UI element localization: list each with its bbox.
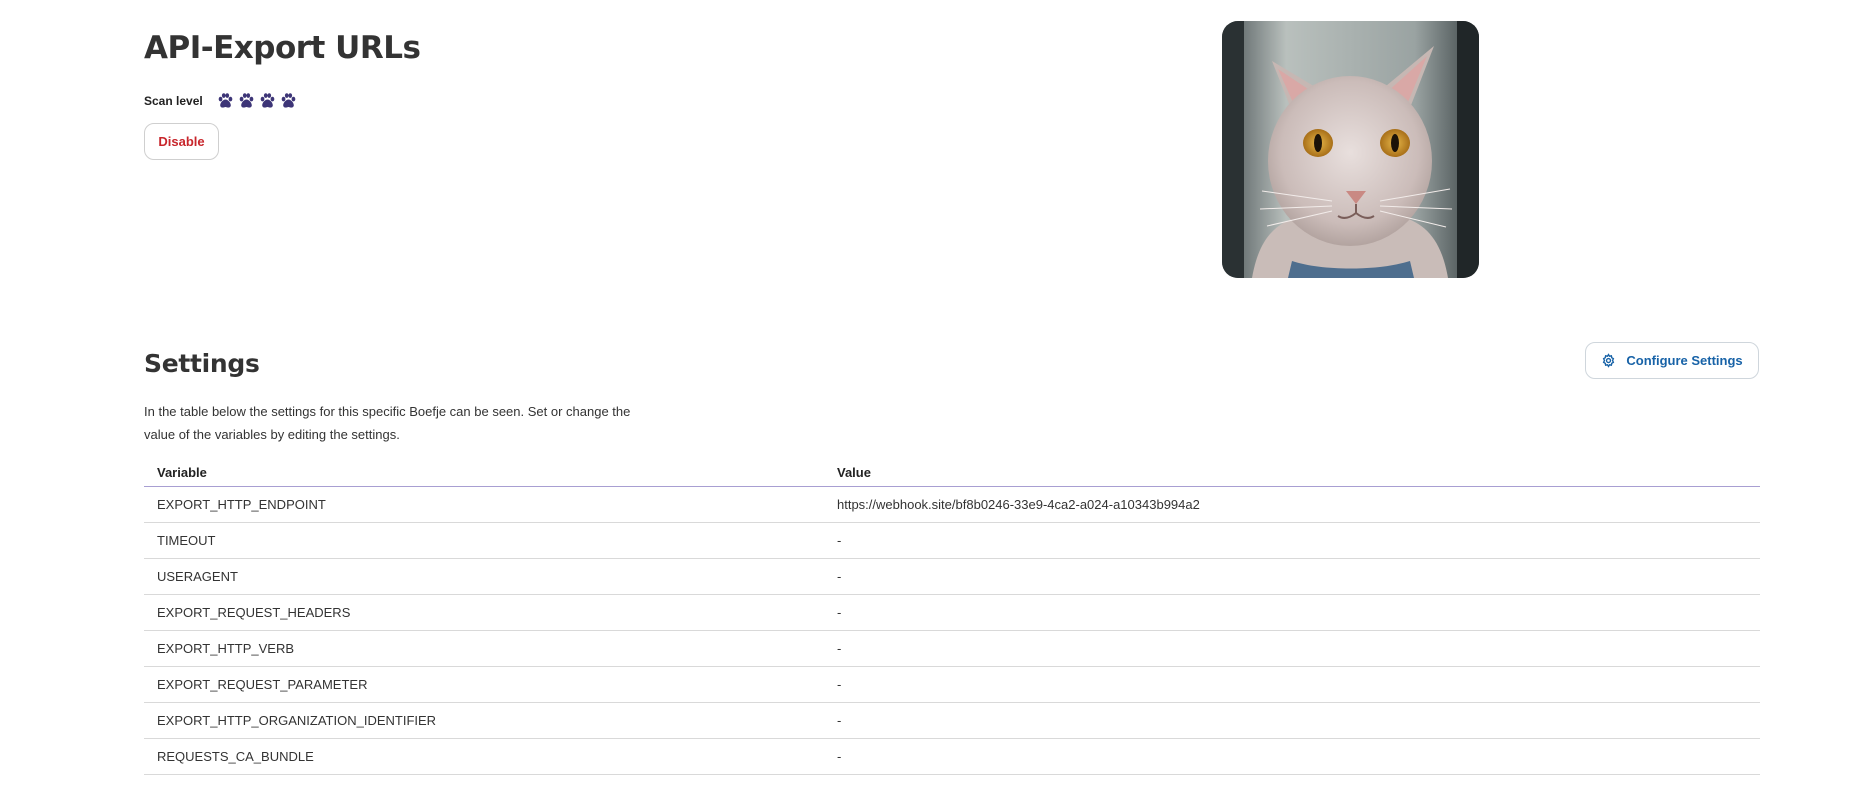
boefje-cat-image: [1222, 21, 1479, 278]
variable-cell: EXPORT_REQUEST_HEADERS: [144, 594, 824, 631]
table-header-row: Variable Value: [144, 459, 1760, 487]
gear-icon: [1603, 353, 1615, 368]
paw-icon: [260, 93, 275, 108]
table-row: EXPORT_REQUEST_PARAMETER -: [144, 666, 1760, 703]
variable-cell: EXPORT_HTTP_VERB: [144, 630, 824, 667]
boefje-detail-page: API-Export URLs Scan level Disable Setti…: [0, 0, 1869, 799]
scan-level: Scan level: [144, 92, 297, 109]
column-header-value: Value: [824, 459, 1760, 487]
scan-level-label: Scan level: [144, 93, 203, 108]
scan-level-paws: [217, 92, 297, 109]
value-cell: -: [824, 522, 1760, 559]
settings-description: In the table below the settings for this…: [144, 404, 631, 442]
value-cell: -: [824, 702, 1760, 739]
table-row: USERAGENT -: [144, 558, 1760, 595]
page-title: API-Export URLs: [144, 30, 421, 66]
variable-cell: EXPORT_HTTP_ORGANIZATION_IDENTIFIER: [144, 702, 824, 739]
value-cell: https://webhook.site/bf8b0246-33e9-4ca2-…: [824, 486, 1760, 523]
variable-cell: EXPORT_REQUEST_PARAMETER: [144, 666, 824, 703]
cat-photo-icon: [1222, 21, 1479, 278]
configure-settings-label: Configure Settings: [1626, 353, 1743, 368]
table-row: TIMEOUT -: [144, 522, 1760, 559]
paw-icon: [239, 93, 254, 108]
table-row: EXPORT_HTTP_ORGANIZATION_IDENTIFIER -: [144, 702, 1760, 739]
table-row: EXPORT_HTTP_ENDPOINT https://webhook.sit…: [144, 486, 1760, 523]
value-cell: -: [824, 666, 1760, 703]
settings-table: Variable Value EXPORT_HTTP_ENDPOINT http…: [144, 459, 1760, 775]
value-cell: -: [824, 558, 1760, 595]
value-cell: -: [824, 738, 1760, 775]
column-header-variable: Variable: [144, 459, 824, 487]
variable-cell: USERAGENT: [144, 558, 824, 595]
table-row: EXPORT_REQUEST_HEADERS -: [144, 594, 1760, 631]
disable-button[interactable]: Disable: [144, 123, 219, 160]
value-cell: -: [824, 594, 1760, 631]
paw-icon: [218, 93, 233, 108]
variable-cell: TIMEOUT: [144, 522, 824, 559]
value-cell: -: [824, 630, 1760, 667]
variable-cell: REQUESTS_CA_BUNDLE: [144, 738, 824, 775]
table-row: EXPORT_HTTP_VERB -: [144, 630, 1760, 667]
settings-title: Settings: [144, 349, 260, 378]
variable-cell: EXPORT_HTTP_ENDPOINT: [144, 486, 824, 523]
paw-icon: [281, 93, 296, 108]
table-row: REQUESTS_CA_BUNDLE -: [144, 738, 1760, 775]
configure-settings-button[interactable]: Configure Settings: [1585, 342, 1759, 379]
